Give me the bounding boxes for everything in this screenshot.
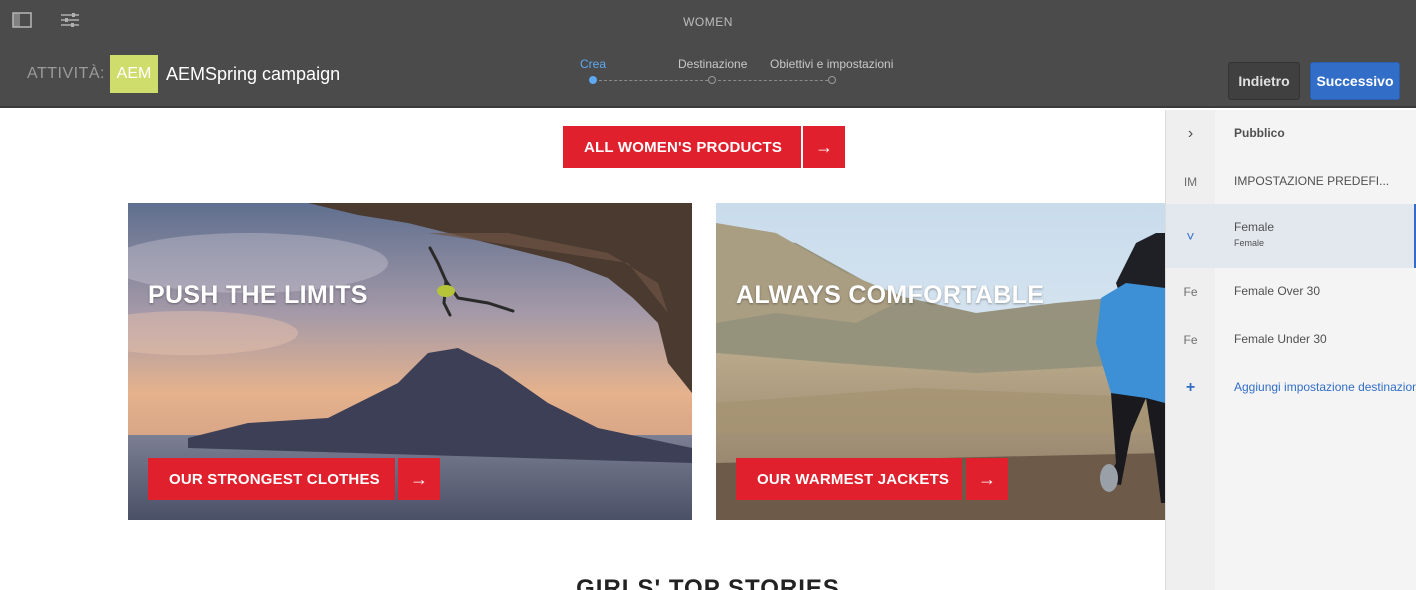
hero-always-comfortable[interactable]: ALWAYS COMFORTABLE OUR WARMEST JACKETS → [716, 203, 1165, 520]
activity-label: ATTIVITÀ: [27, 65, 105, 82]
chevron-down-icon[interactable]: ˅ [1166, 204, 1215, 268]
step-goals-settings[interactable]: Obiettivi e impostazioni [770, 57, 893, 71]
arrow-right-icon[interactable]: → [966, 458, 1008, 500]
step-connector [599, 80, 708, 81]
step-targeting[interactable]: Destinazione [678, 57, 747, 71]
wizard-stepper: Crea Destinazione Obiettivi e impostazio… [580, 56, 910, 90]
our-warmest-jackets-button[interactable]: OUR WARMEST JACKETS [736, 458, 962, 500]
audience-abbrev: Fe [1183, 333, 1198, 347]
page-name: WOMEN [683, 15, 733, 29]
hero-title: ALWAYS COMFORTABLE [736, 281, 1045, 309]
audience-header[interactable]: › Pubblico [1166, 110, 1416, 158]
audience-item-label: Female Over 30 [1234, 284, 1321, 298]
step-connector [718, 80, 828, 81]
section-title: GIRLS' TOP STORIES [576, 575, 840, 590]
audience-item-female-under-30[interactable]: Fe Female Under 30 [1166, 316, 1416, 364]
audience-item-female-over-30[interactable]: Fe Female Over 30 [1166, 268, 1416, 316]
hero-push-the-limits[interactable]: PUSH THE LIMITS OUR STRONGEST CLOTHES → [128, 203, 692, 520]
activity-badge: AEM [110, 55, 158, 93]
step-dot-create [589, 76, 597, 84]
audience-item-female[interactable]: ˅ Female Female [1166, 204, 1416, 268]
step-create[interactable]: Crea [580, 57, 606, 71]
audience-item-label: IMPOSTAZIONE PREDEFI... [1234, 174, 1390, 188]
all-womens-products-button[interactable]: ALL WOMEN'S PRODUCTS [563, 126, 801, 168]
add-targeting-experience[interactable]: + Aggiungi impostazione destinazione [1166, 364, 1416, 412]
step-dot-goals [828, 76, 836, 84]
page-content: ALL WOMEN'S PRODUCTS → PUSH THE LIMITS O… [0, 110, 1165, 590]
arrow-right-icon[interactable]: → [803, 126, 845, 168]
audience-title: Pubblico [1234, 126, 1285, 140]
arrow-right-icon[interactable]: → [398, 458, 440, 500]
hero-title: PUSH THE LIMITS [148, 281, 368, 309]
targeting-panel: › Pubblico IM IMPOSTAZIONE PREDEFI... ˅ … [1165, 110, 1416, 590]
step-dot-targeting [708, 76, 716, 84]
plus-icon[interactable]: + [1166, 364, 1215, 412]
audience-abbrev: IM [1183, 175, 1198, 189]
audience-item-default[interactable]: IM IMPOSTAZIONE PREDEFI... [1166, 158, 1416, 206]
campaign-name: AEMSpring campaign [166, 64, 341, 84]
audience-item-sublabel: Female [1234, 238, 1265, 248]
audience-abbrev: Fe [1183, 285, 1198, 299]
next-button[interactable]: Successivo [1310, 62, 1400, 100]
audience-item-label: Female [1234, 220, 1275, 234]
add-experience-label[interactable]: Aggiungi impostazione destinazione [1234, 380, 1416, 394]
top-header: WOMEN ATTIVITÀ: AEM AEMSpring campaign C… [0, 0, 1416, 108]
audience-item-label: Female Under 30 [1234, 332, 1327, 346]
back-button[interactable]: Indietro [1228, 62, 1300, 100]
our-strongest-clothes-button[interactable]: OUR STRONGEST CLOTHES [148, 458, 395, 500]
chevron-right-icon[interactable]: › [1166, 110, 1215, 158]
